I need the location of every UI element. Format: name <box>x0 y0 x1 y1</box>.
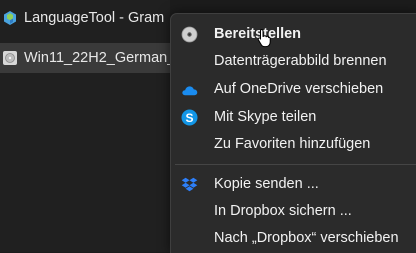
menu-item-favoriten-hinzufuegen[interactable]: Zu Favoriten hinzufügen <box>175 131 416 157</box>
menu-separator <box>175 164 416 165</box>
context-menu: Bereitstellen Datenträgerabbild brennen … <box>170 13 416 253</box>
skype-icon: S <box>181 109 198 126</box>
disc-icon <box>181 26 198 43</box>
menu-item-kopie-senden[interactable]: Kopie senden ... <box>175 171 416 197</box>
task-item-label: LanguageTool - Gram <box>24 10 165 26</box>
task-item-win11-iso[interactable]: Win11_22H2_German_ <box>0 43 170 73</box>
menu-item-datentraegerabbild-brennen[interactable]: Datenträgerabbild brennen <box>175 48 416 74</box>
menu-item-skype-teilen[interactable]: S Mit Skype teilen <box>175 104 416 130</box>
menu-item-bereitstellen[interactable]: Bereitstellen <box>175 21 416 47</box>
dropbox-icon <box>181 176 198 193</box>
menu-item-nach-dropbox-verschieben[interactable]: Nach „Dropbox“ verschieben <box>175 225 416 251</box>
menu-item-dropbox-sichern[interactable]: In Dropbox sichern ... <box>175 198 416 224</box>
menu-item-onedrive-verschieben[interactable]: Auf OneDrive verschieben <box>175 76 416 102</box>
menu-item-label: Zu Favoriten hinzufügen <box>214 136 371 152</box>
menu-item-label: Auf OneDrive verschieben <box>214 81 384 97</box>
menu-item-label: Datenträgerabbild brennen <box>214 53 387 69</box>
task-item-languagetool[interactable]: LanguageTool - Gram <box>0 3 170 33</box>
svg-text:S: S <box>185 111 193 125</box>
menu-item-label: In Dropbox sichern ... <box>214 203 352 219</box>
cursor-icon <box>257 28 271 48</box>
languagetool-icon <box>2 10 18 26</box>
onedrive-icon <box>181 81 198 98</box>
menu-item-label: Nach „Dropbox“ verschieben <box>214 230 399 246</box>
menu-item-label: Mit Skype teilen <box>214 109 317 125</box>
taskbar-list: LanguageTool - Gram Win11_22H2_German_ <box>0 0 170 252</box>
menu-item-label: Kopie senden ... <box>214 176 319 192</box>
disc-image-icon <box>2 50 18 66</box>
task-item-label: Win11_22H2_German_ <box>24 50 170 66</box>
